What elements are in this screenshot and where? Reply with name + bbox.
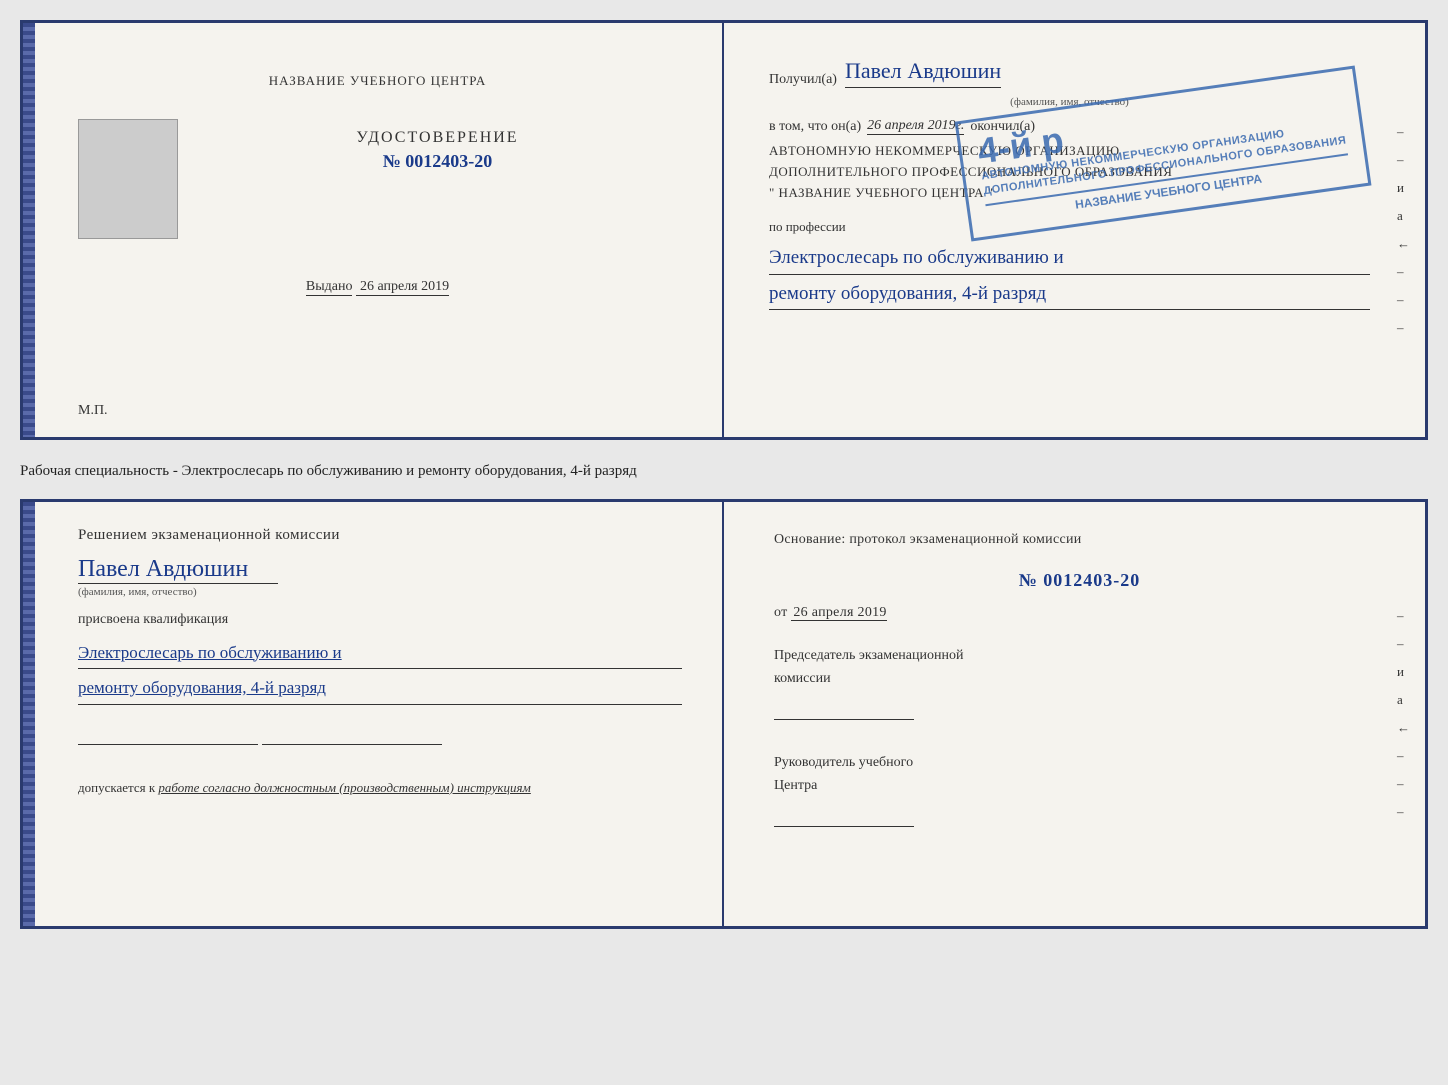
side-chars-top: – – и а ← – – – [1397,124,1410,336]
dopuskaetsya-prefix: допускается к [78,780,155,795]
person-name-bottom: Павел Авдюшин [78,556,278,584]
recipient-name: Павел Авдюшин [845,58,1001,88]
received-label: Получил(а) [769,72,837,88]
sig-line-1 [78,725,258,745]
side-chars-bottom: – – и а ← – – – [1397,608,1410,820]
profession-line1-top: Электрослесарь по обслуживанию и [769,243,1370,274]
top-left-page: НАЗВАНИЕ УЧЕБНОГО ЦЕНТРА УДОСТОВЕРЕНИЕ №… [23,23,724,437]
fio-label-bottom: (фамилия, имя, отчество) [78,586,682,598]
prisvoyena-text: присвоена квалификация [78,612,682,628]
bottom-side-char-6: – [1397,748,1410,764]
predsedatel-line1: Председатель экзаменационной [774,645,1385,667]
org-block: АВТОНОМНУЮ НЕКОММЕРЧЕСКУЮ ОРГАНИЗАЦИЮ ДО… [769,141,1370,203]
okonchil-label: окончил(а) [970,119,1035,135]
cert-number-top: № 0012403-20 [198,151,677,172]
cert-text: УДОСТОВЕРЕНИЕ № 0012403-20 [198,129,677,172]
osnovanie-label: Основание: протокол экзаменационной коми… [774,527,1385,552]
cert-block: УДОСТОВЕРЕНИЕ № 0012403-20 [78,129,677,239]
mp-label: М.П. [78,403,108,419]
qual-line1: Электрослесарь по обслуживанию и [78,638,682,670]
profession-block-top: по профессии Электрослесарь по обслужива… [769,219,1370,310]
bottom-left-page: Решением экзаменационной комиссии Павел … [23,502,724,926]
received-line: Получил(а) Павел Авдюшин [769,58,1370,88]
qual-line2: ремонту оборудования, 4-й разряд [78,673,682,705]
bottom-side-char-8: – [1397,804,1410,820]
bottom-side-char-1: – [1397,608,1410,624]
side-char-6: – [1397,264,1410,280]
photo-placeholder [78,119,178,239]
bottom-side-char-7: – [1397,776,1410,792]
predsedatel-sig-line [774,700,914,720]
dopuskaetsya-italic: работе согласно должностным (производств… [158,780,530,795]
page-wrapper: НАЗВАНИЕ УЧЕБНОГО ЦЕНТРА УДОСТОВЕРЕНИЕ №… [20,20,1428,929]
top-right-page: Получил(а) Павел Авдюшин (фамилия, имя, … [724,23,1425,437]
komissia-title: Решением экзаменационной комиссии [78,527,682,544]
rukovoditel-line2: Центра [774,775,1385,797]
left-decorative-strip [23,23,35,437]
caption-content: Рабочая специальность - Электрослесарь п… [20,463,637,479]
dopuskaetsya-text: допускается к работе согласно должностны… [78,780,682,796]
org-line1: АВТОНОМНУЮ НЕКОММЕРЧЕСКУЮ ОРГАНИЗАЦИЮ [769,141,1370,162]
side-char-7: – [1397,292,1410,308]
side-char-8: – [1397,320,1410,336]
completed-date: 26 апреля 2019г. [867,118,964,135]
fio-label-top: (фамилия, имя, отчество) [769,96,1370,108]
predsedatel-block: Председатель экзаменационной комиссии [774,645,1385,728]
bottom-left-strip [23,502,35,926]
po-professii-label: по профессии [769,219,1370,235]
profession-line2-top: ремонту оборудования, 4-й разряд [769,279,1370,310]
org-name: " НАЗВАНИЕ УЧЕБНОГО ЦЕНТРА " [769,183,1370,204]
osnovanie-block: Основание: протокол экзаменационной коми… [774,527,1385,626]
school-name-top: НАЗВАНИЕ УЧЕБНОГО ЦЕНТРА [269,73,486,89]
caption-text: Рабочая специальность - Электрослесарь п… [20,452,1428,487]
issued-label: Выдано [306,279,353,296]
right-page-content: Получил(а) Павел Авдюшин (фамилия, имя, … [764,48,1385,320]
bottom-side-char-3: и [1397,664,1410,680]
predsedatel-line2: комиссии [774,668,1385,690]
ot-prefix: от [774,605,788,620]
sig-line-2 [262,725,442,745]
vtom-line: в том, что он(а) 26 апреля 2019г. окончи… [769,118,1370,135]
side-char-4: а [1397,208,1410,224]
side-char-2: – [1397,152,1410,168]
left-page-content: НАЗВАНИЕ УЧЕБНОГО ЦЕНТРА УДОСТОВЕРЕНИЕ №… [63,53,682,295]
osnov-number: № 0012403-20 [774,564,1385,596]
org-line2: ДОПОЛНИТЕЛЬНОГО ПРОФЕССИОНАЛЬНОГО ОБРАЗО… [769,162,1370,183]
vtom-label: в том, что он(а) [769,119,861,135]
ot-line: от 26 апреля 2019 [774,600,1385,625]
bottom-side-char-5: ← [1397,720,1410,736]
top-document-spread: НАЗВАНИЕ УЧЕБНОГО ЦЕНТРА УДОСТОВЕРЕНИЕ №… [20,20,1428,440]
issued-line: Выдано 26 апреля 2019 [306,279,449,295]
side-char-3: и [1397,180,1410,196]
bottom-side-char-4: а [1397,692,1410,708]
bottom-side-char-2: – [1397,636,1410,652]
rukovoditel-line1: Руководитель учебного [774,752,1385,774]
rukovoditel-block: Руководитель учебного Центра [774,752,1385,835]
udost-label: УДОСТОВЕРЕНИЕ [198,129,677,147]
side-char-1: – [1397,124,1410,140]
rukovoditel-sig-line [774,807,914,827]
side-char-5: ← [1397,236,1410,252]
bottom-document-spread: Решением экзаменационной комиссии Павел … [20,499,1428,929]
ot-date: 26 апреля 2019 [791,605,886,621]
issued-date: 26 апреля 2019 [356,279,449,296]
bottom-right-page: Основание: протокол экзаменационной коми… [724,502,1425,926]
